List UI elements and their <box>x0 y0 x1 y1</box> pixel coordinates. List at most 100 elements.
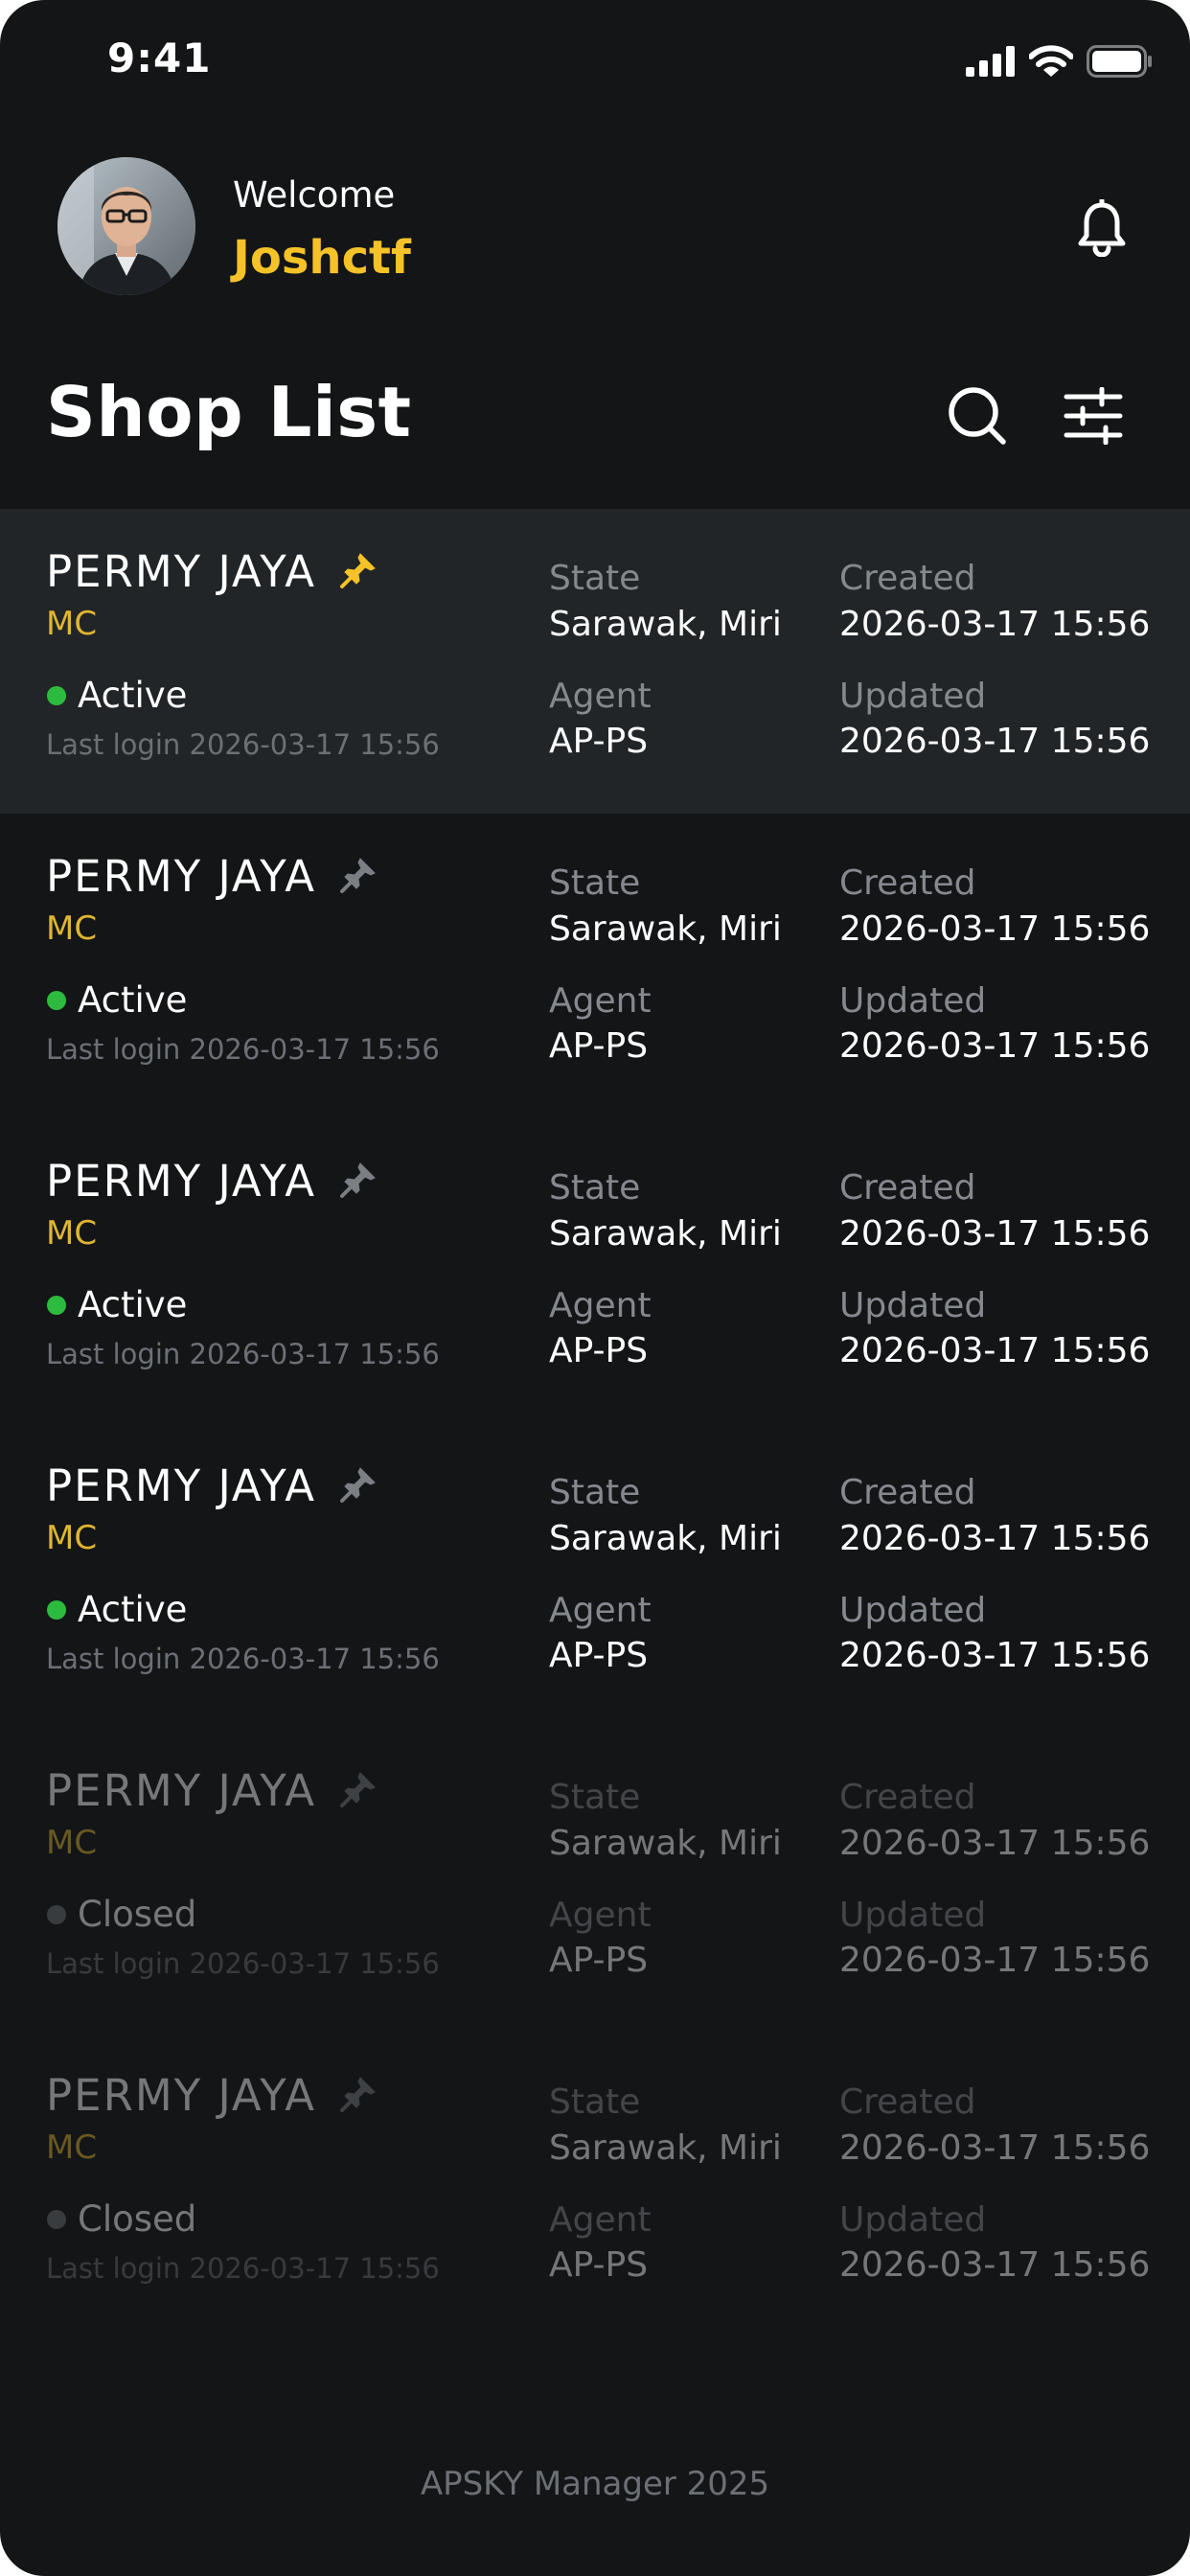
agent-label: Agent <box>549 2200 652 2240</box>
agent-value: AP-PS <box>549 722 649 761</box>
status-indicator: Closed <box>46 1894 196 1935</box>
updated-label: Updated <box>839 2200 987 2240</box>
agent-label: Agent <box>549 1286 652 1325</box>
status-text: Closed <box>78 2198 197 2240</box>
created-label: Created <box>839 1778 976 1817</box>
pin-icon[interactable] <box>339 1161 378 1199</box>
pin-icon[interactable] <box>339 1465 378 1504</box>
status-indicator: Active <box>46 1284 187 1325</box>
shop-name: PERMY JAYA <box>46 851 317 902</box>
state-value: Sarawak, Miri <box>549 1214 782 1254</box>
agent-value: AP-PS <box>549 2245 649 2285</box>
status-indicator: Active <box>46 1589 187 1630</box>
created-value: 2026-03-17 15:56 <box>839 1824 1151 1863</box>
status-icons <box>966 42 1154 80</box>
pin-icon[interactable] <box>339 1770 378 1808</box>
shop-card[interactable]: PERMY JAYA MC Active Last login 2026-03-… <box>0 814 1190 1118</box>
search-icon[interactable] <box>947 385 1008 447</box>
shop-card[interactable]: PERMY JAYA MC Active Last login 2026-03-… <box>0 1423 1190 1728</box>
wifi-icon <box>1029 45 1073 77</box>
last-login: Last login 2026-03-17 15:56 <box>46 728 440 761</box>
status-text: Active <box>78 1589 188 1630</box>
shop-card[interactable]: PERMY JAYA MC Active Last login 2026-03-… <box>0 1118 1190 1423</box>
agent-value: AP-PS <box>549 1331 649 1370</box>
state-label: State <box>549 1168 641 1208</box>
updated-label: Updated <box>839 1591 987 1630</box>
status-text: Active <box>78 979 188 1021</box>
status-bar: 9:41 <box>0 0 1190 115</box>
created-value: 2026-03-17 15:56 <box>839 2128 1151 2168</box>
created-value: 2026-03-17 15:56 <box>839 1214 1151 1254</box>
updated-value: 2026-03-17 15:56 <box>839 2245 1151 2285</box>
state-value: Sarawak, Miri <box>549 1824 782 1863</box>
last-login: Last login 2026-03-17 15:56 <box>46 1643 440 1675</box>
created-label: Created <box>839 559 976 598</box>
agent-label: Agent <box>549 981 652 1021</box>
shop-card[interactable]: PERMY JAYA MC Active Last login 2026-03-… <box>0 509 1190 814</box>
shop-type: MC <box>46 1519 98 1557</box>
shop-name: PERMY JAYA <box>46 546 317 597</box>
state-label: State <box>549 1473 641 1512</box>
updated-value: 2026-03-17 15:56 <box>839 722 1151 761</box>
sliders-icon[interactable] <box>1064 387 1123 445</box>
shop-type: MC <box>46 909 98 948</box>
updated-label: Updated <box>839 1286 987 1325</box>
status-indicator: Active <box>46 675 187 716</box>
status-indicator: Active <box>46 979 187 1021</box>
user-photo <box>57 157 195 295</box>
created-value: 2026-03-17 15:56 <box>839 909 1151 949</box>
updated-label: Updated <box>839 677 987 716</box>
pin-icon[interactable] <box>339 2075 378 2113</box>
created-label: Created <box>839 2082 976 2122</box>
shop-name: PERMY JAYA <box>46 1156 317 1207</box>
updated-value: 2026-03-17 15:56 <box>839 1331 1151 1370</box>
state-value: Sarawak, Miri <box>549 1519 782 1558</box>
shop-name: PERMY JAYA <box>46 1765 317 1816</box>
last-login: Last login 2026-03-17 15:56 <box>46 1033 440 1066</box>
state-value: Sarawak, Miri <box>549 2128 782 2168</box>
shop-name: PERMY JAYA <box>46 1460 317 1511</box>
state-label: State <box>549 2082 641 2122</box>
last-login: Last login 2026-03-17 15:56 <box>46 1338 440 1370</box>
shop-name: PERMY JAYA <box>46 2070 317 2121</box>
bell-icon[interactable] <box>1075 199 1129 257</box>
shop-card[interactable]: PERMY JAYA MC Closed Last login 2026-03-… <box>0 1728 1190 2033</box>
updated-value: 2026-03-17 15:56 <box>839 1026 1151 1066</box>
shop-list: PERMY JAYA MC Active Last login 2026-03-… <box>0 509 1190 2337</box>
shop-type: MC <box>46 2128 98 2167</box>
shop-card[interactable]: PERMY JAYA MC Closed Last login 2026-03-… <box>0 2033 1190 2337</box>
status-dot <box>47 2209 66 2229</box>
app-screen: 9:41 Welcome Joshctf Shop List PERMY JAY… <box>0 0 1190 2576</box>
footer-text: APSKY Manager 2025 <box>420 2465 770 2503</box>
updated-value: 2026-03-17 15:56 <box>839 1941 1151 1980</box>
agent-label: Agent <box>549 1591 652 1630</box>
agent-value: AP-PS <box>549 1941 649 1980</box>
status-dot <box>47 1295 66 1315</box>
username: Joshctf <box>233 231 411 285</box>
agent-value: AP-PS <box>549 1026 649 1066</box>
updated-label: Updated <box>839 981 987 1021</box>
agent-label: Agent <box>549 677 652 716</box>
last-login: Last login 2026-03-17 15:56 <box>46 2252 440 2285</box>
status-text: Closed <box>78 1894 197 1935</box>
state-label: State <box>549 863 641 903</box>
created-label: Created <box>839 1168 976 1208</box>
agent-value: AP-PS <box>549 1636 649 1675</box>
updated-value: 2026-03-17 15:56 <box>839 1636 1151 1675</box>
last-login: Last login 2026-03-17 15:56 <box>46 1947 440 1980</box>
status-text: Active <box>78 1284 188 1325</box>
avatar[interactable] <box>57 157 195 295</box>
cellular-signal-icon <box>966 46 1015 77</box>
shop-type: MC <box>46 605 98 643</box>
status-dot <box>47 685 66 705</box>
created-label: Created <box>839 863 976 903</box>
state-label: State <box>549 1778 641 1817</box>
pin-icon[interactable] <box>339 551 378 589</box>
updated-label: Updated <box>839 1896 987 1935</box>
state-label: State <box>549 559 641 598</box>
created-label: Created <box>839 1473 976 1512</box>
state-value: Sarawak, Miri <box>549 605 782 644</box>
page-title: Shop List <box>46 372 412 452</box>
agent-label: Agent <box>549 1896 652 1935</box>
pin-icon[interactable] <box>339 856 378 894</box>
